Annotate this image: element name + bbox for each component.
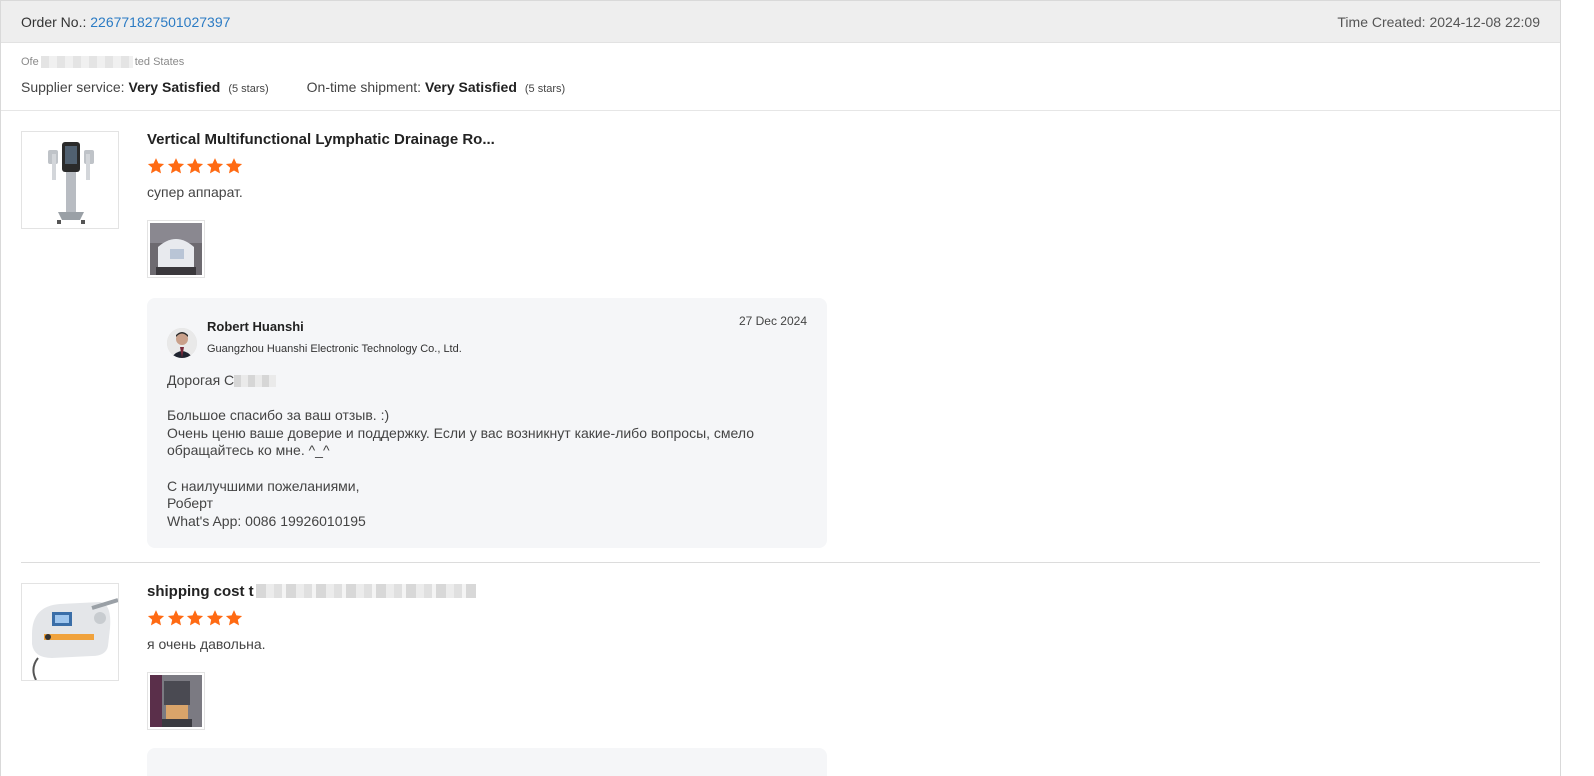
- product-title[interactable]: Vertical Multifunctional Lymphatic Drain…: [147, 129, 1540, 149]
- replier-company: Guangzhou Huanshi Electronic Technology …: [207, 343, 462, 355]
- rating-summary: Ofe ted States Supplier service: Very Sa…: [1, 43, 1560, 111]
- reply-line: What's App: 0086 19926010195: [167, 512, 366, 529]
- reply-greeting: Дорогая С: [167, 372, 807, 390]
- replier-name: Robert Huanshi: [207, 319, 304, 334]
- review-item: Vertical Multifunctional Lymphatic Drain…: [21, 111, 1540, 563]
- order-review-panel: Order No.: 226771827501027397 Time Creat…: [0, 0, 1561, 776]
- review-photo[interactable]: [147, 220, 205, 278]
- reply-line: С наилучшими пожеланиями,: [167, 477, 360, 494]
- reply-header: Robert Huanshi Guangzhou Huanshi Electro…: [167, 316, 807, 358]
- star-icon: [225, 609, 245, 628]
- star-icon: [147, 157, 167, 176]
- star-icon: [167, 609, 187, 628]
- star-icon: [225, 157, 245, 176]
- review-item: shipping cost t я очень давольна.: [21, 563, 1540, 776]
- buyer-suffix: ted States: [134, 56, 185, 68]
- star-rating: [147, 157, 1540, 177]
- review-comment: я очень давольна.: [147, 636, 266, 652]
- review-content: shipping cost t я очень давольна.: [147, 581, 1540, 776]
- star-icon: [147, 609, 167, 628]
- product-thumbnail[interactable]: [21, 583, 119, 681]
- shipment-note: (5 stars): [524, 83, 566, 95]
- replier-info: Robert Huanshi Guangzhou Huanshi Electro…: [207, 319, 462, 355]
- star-icon: [206, 609, 226, 628]
- supplier-service-value: Very Satisfied: [128, 79, 221, 95]
- reply-body: Дорогая С Большое спасибо за ваш отзыв. …: [167, 372, 807, 530]
- star-rating: [147, 609, 1540, 629]
- ratings-row: Supplier service: Very Satisfied (5 star…: [21, 79, 1540, 95]
- order-number-link[interactable]: 226771827501027397: [90, 14, 230, 30]
- product-thumbnail[interactable]: [21, 131, 119, 229]
- reply-line: Большое спасибо за ваш отзыв. :): [167, 407, 390, 424]
- avatar: [167, 328, 197, 358]
- order-number-label: Order No.:: [21, 13, 87, 30]
- redacted-text: [40, 56, 133, 68]
- shipment-label: On-time shipment:: [306, 79, 422, 95]
- product-title-text: shipping cost t: [147, 582, 254, 600]
- supplier-service-note: (5 stars): [228, 83, 269, 95]
- star-icon: [186, 157, 206, 176]
- product-title[interactable]: shipping cost t: [147, 581, 1540, 601]
- reply-date: 27 Dec 2024: [738, 314, 807, 328]
- reply-line: Очень ценю ваше доверие и поддержку. Есл…: [167, 424, 754, 459]
- supplier-reply: Robert Huanshi Guangzhou Huanshi Electro…: [147, 298, 827, 549]
- supplier-service-label: Supplier service:: [21, 79, 125, 95]
- redacted-text: [234, 375, 277, 388]
- supplier-service-rating: Supplier service: Very Satisfied (5 star…: [21, 79, 269, 95]
- order-header: Order No.: 226771827501027397 Time Creat…: [1, 1, 1560, 43]
- star-icon: [206, 157, 226, 176]
- shipment-value: Very Satisfied: [425, 79, 517, 95]
- time-created: Time Created: 2024-12-08 22:09: [1337, 13, 1540, 30]
- shipment-rating: On-time shipment: Very Satisfied (5 star…: [307, 79, 566, 95]
- reply-line: Роберт: [167, 495, 214, 512]
- review-photo[interactable]: [147, 672, 205, 730]
- supplier-reply: [147, 748, 827, 776]
- review-content: Vertical Multifunctional Lymphatic Drain…: [147, 129, 1540, 549]
- buyer-prefix: Ofe: [21, 56, 39, 68]
- star-icon: [186, 609, 206, 628]
- review-comment: супер аппарат.: [147, 184, 243, 200]
- star-icon: [167, 157, 187, 176]
- buyer-info: Ofe ted States: [21, 55, 1540, 69]
- review-list: Vertical Multifunctional Lymphatic Drain…: [1, 111, 1560, 776]
- reply-greeting-text: Дорогая С: [167, 372, 235, 388]
- order-number: Order No.: 226771827501027397: [21, 14, 230, 30]
- redacted-text: [255, 584, 476, 598]
